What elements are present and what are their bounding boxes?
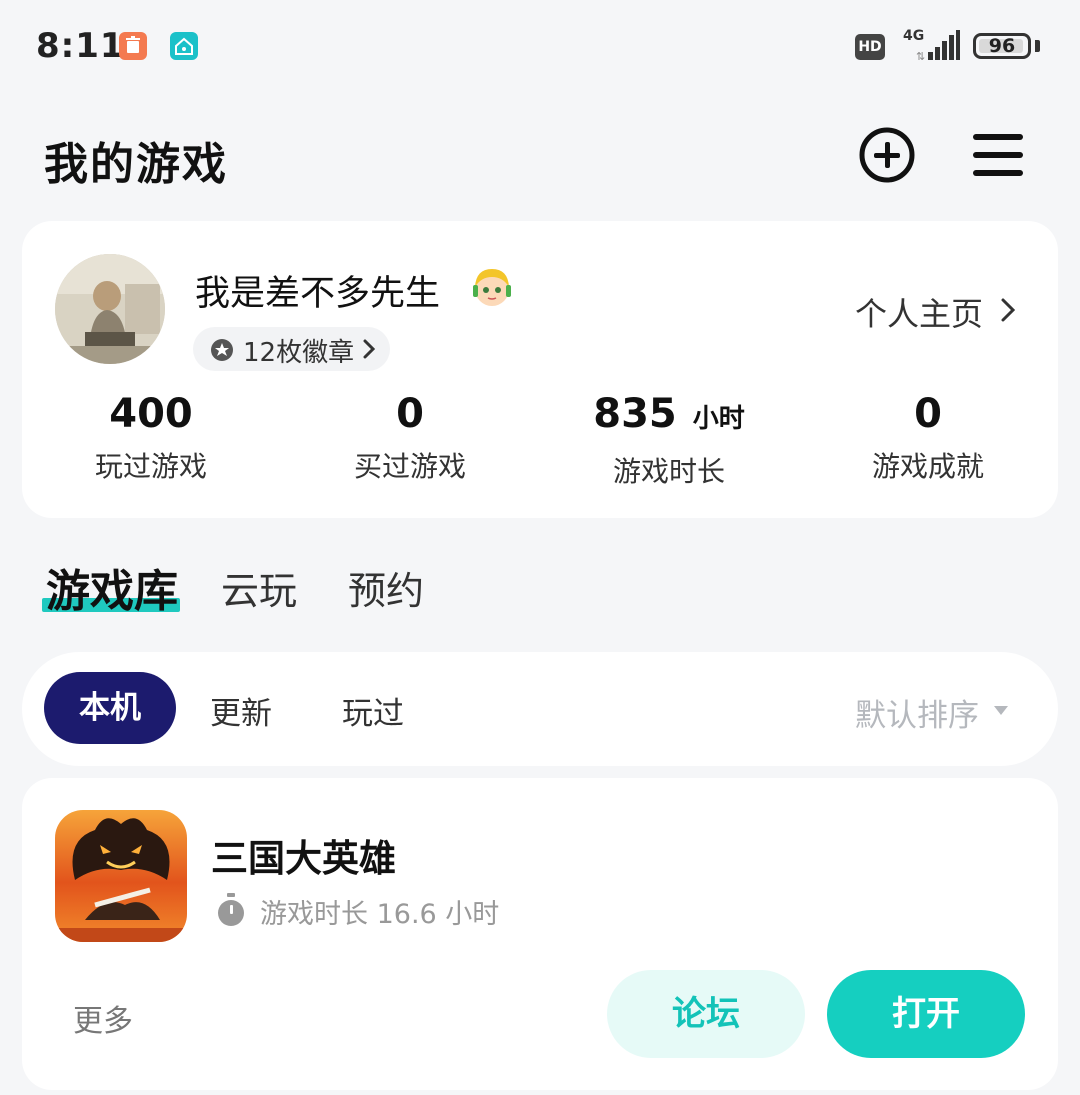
stat-value: 0 (396, 391, 424, 437)
badges-label: 12枚徽章 (243, 338, 355, 368)
badges-chip[interactable]: 12枚徽章 (193, 327, 390, 371)
stat-label: 玩过游戏 (94, 450, 207, 483)
filter-bar: 本机 更新 玩过 默认排序 (22, 652, 1058, 766)
battery-level: 96 (988, 35, 1016, 57)
forum-button[interactable]: 论坛 (607, 970, 805, 1058)
filter-chip-local[interactable]: 本机 (44, 672, 176, 744)
profile-card: 我是差不多先生 12枚徽章 个人主页 400 玩过游戏 0 买过游戏 835 小… (22, 221, 1058, 518)
hamburger-menu-icon (973, 134, 1023, 176)
battery-icon: 96 (973, 33, 1031, 59)
tab-game-library[interactable]: 游戏库 (46, 555, 178, 619)
username: 我是差不多先生 (195, 274, 441, 314)
homepage-link[interactable]: 个人主页 (855, 289, 983, 335)
chevron-right-icon (363, 339, 375, 359)
stat-label: 游戏成就 (871, 450, 984, 483)
medal-icon (211, 339, 233, 361)
home-notification-icon (170, 32, 198, 60)
svg-text:⇅: ⇅ (916, 50, 925, 62)
stopwatch-icon (218, 893, 244, 926)
game-name: 三国大英雄 (211, 837, 396, 880)
menu-button[interactable] (970, 130, 1026, 180)
filter-chip-played[interactable]: 玩过 (342, 688, 404, 733)
page-title: 我的游戏 (44, 139, 228, 190)
avatar[interactable] (55, 254, 165, 364)
game-icon[interactable] (55, 810, 187, 942)
stat-games-played[interactable]: 400 玩过游戏 (51, 389, 251, 485)
stat-label: 游戏时长 (612, 455, 725, 488)
status-bar: 8:11 HD 4G ⇅ 96 (0, 0, 1080, 95)
avatar-emoji-icon (470, 265, 514, 309)
hd-icon: HD (855, 34, 885, 60)
tab-reservations[interactable]: 预约 (348, 560, 424, 615)
battery-tip (1035, 40, 1040, 52)
sort-dropdown[interactable]: 默认排序 (855, 690, 979, 735)
stat-play-time[interactable]: 835 小时 游戏时长 (569, 389, 769, 490)
signal-icon: ⇅ (916, 30, 960, 62)
stat-value: 0 (914, 391, 942, 437)
chevron-right-icon[interactable] (1000, 297, 1016, 323)
more-button[interactable]: 更多 (73, 996, 133, 1040)
stat-games-bought[interactable]: 0 买过游戏 (310, 389, 510, 485)
stat-value: 835 (593, 391, 677, 437)
stat-value: 400 (109, 391, 193, 437)
tab-cloud-play[interactable]: 云玩 (221, 560, 297, 615)
plus-circle-icon (859, 127, 915, 183)
caret-down-icon[interactable] (994, 706, 1008, 715)
game-card: 三国大英雄 游戏时长 16.6 小时 更多 论坛 打开 (22, 778, 1058, 1090)
add-game-button[interactable] (858, 126, 916, 184)
status-time: 8:11 (36, 26, 125, 66)
filter-chip-updates[interactable]: 更新 (210, 688, 272, 733)
trash-notification-icon (119, 32, 147, 60)
game-playtime: 游戏时长 16.6 小时 (260, 899, 500, 930)
stat-label: 买过游戏 (353, 450, 466, 483)
stat-achievements[interactable]: 0 游戏成就 (828, 389, 1028, 485)
stat-unit: 小时 (692, 404, 745, 434)
open-button[interactable]: 打开 (827, 970, 1025, 1058)
